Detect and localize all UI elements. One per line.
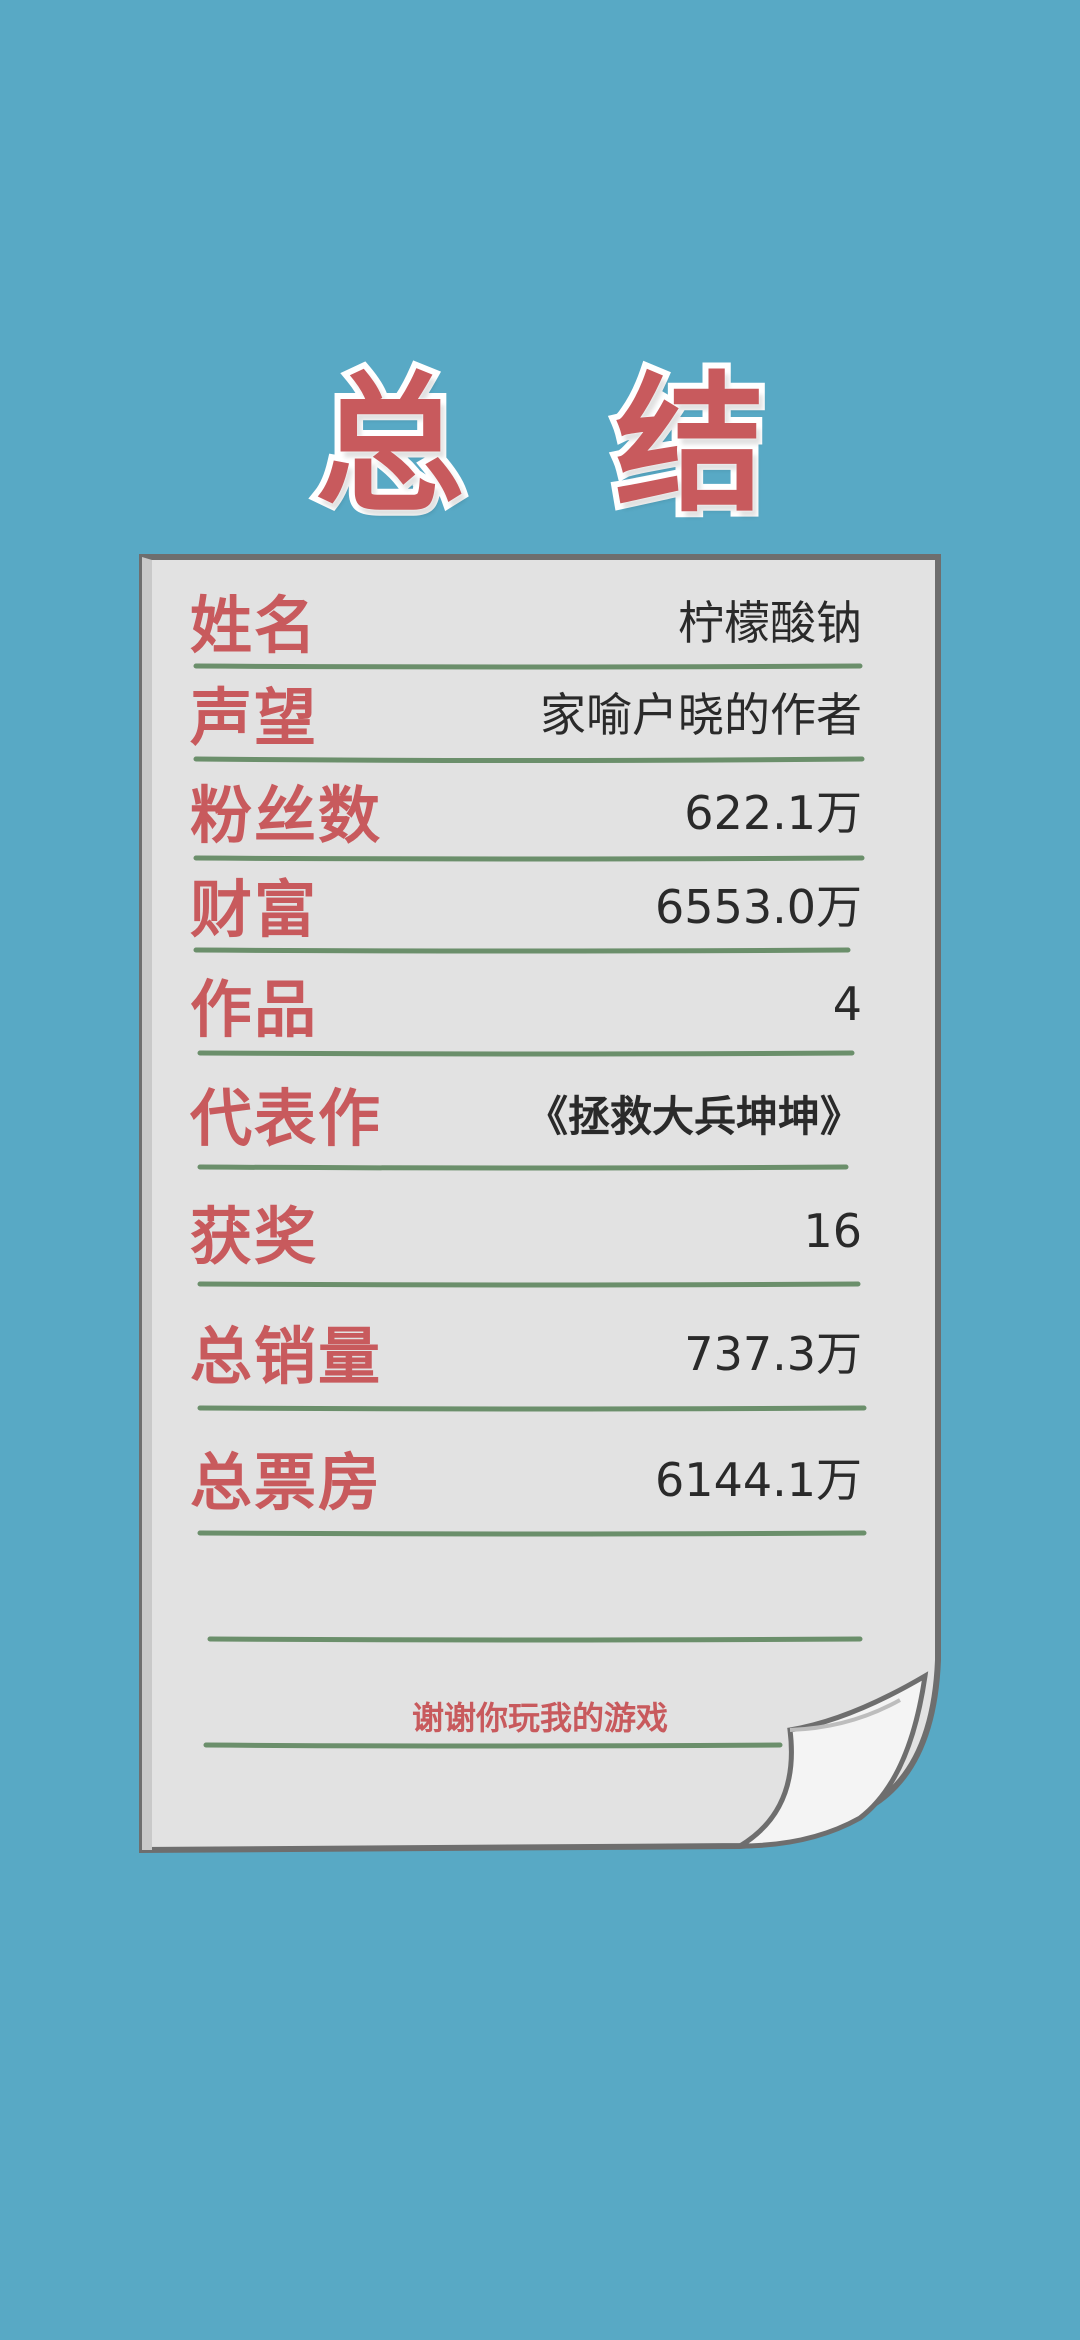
row-value: 《拯救大兵坤坤》 xyxy=(525,1091,862,1141)
row-label: 财富 xyxy=(190,873,319,946)
row-label: 作品 xyxy=(190,973,319,1046)
row-value: 16 xyxy=(803,1204,862,1258)
row-label: 粉丝数 xyxy=(190,779,383,852)
row-value: 6144.1万 xyxy=(655,1453,862,1507)
row-wealth: 财富 6553.0万 xyxy=(190,864,862,946)
row-label: 总销量 xyxy=(190,1320,383,1393)
row-value: 6553.0万 xyxy=(655,880,862,934)
row-label: 代表作 xyxy=(190,1082,383,1155)
row-value: 柠檬酸钠 xyxy=(678,596,862,650)
row-masterpiece: 代表作 《拯救大兵坤坤》 xyxy=(190,1068,862,1158)
row-value: 4 xyxy=(832,977,862,1031)
row-works: 作品 4 xyxy=(190,962,862,1046)
row-label: 声望 xyxy=(190,681,319,754)
row-fans: 粉丝数 622.1万 xyxy=(190,770,862,852)
row-reputation: 声望 家喻户晓的作者 xyxy=(190,672,862,754)
row-total-sales: 总销量 737.3万 xyxy=(190,1306,862,1396)
row-label: 姓名 xyxy=(190,589,319,662)
row-box-office: 总票房 6144.1万 xyxy=(190,1432,862,1522)
row-awards: 获奖 16 xyxy=(190,1186,862,1276)
title-char-1: 总 xyxy=(309,351,471,539)
row-value: 622.1万 xyxy=(684,786,862,840)
title-char-2: 结 xyxy=(609,351,771,539)
row-name: 姓名 柠檬酸钠 xyxy=(190,580,862,662)
row-value: 家喻户晓的作者 xyxy=(540,688,862,742)
summary-screen: 总 结 姓名 柠檬酸钠 声望 家喻户晓的作者 粉丝数 622.1万 财富 655… xyxy=(0,0,1080,2340)
row-label: 总票房 xyxy=(190,1446,383,1519)
thanks-message: 谢谢你玩我的游戏 xyxy=(411,1699,668,1737)
row-value: 737.3万 xyxy=(684,1327,862,1381)
row-label: 获奖 xyxy=(190,1200,319,1273)
summary-title: 总 结 xyxy=(0,345,1080,545)
